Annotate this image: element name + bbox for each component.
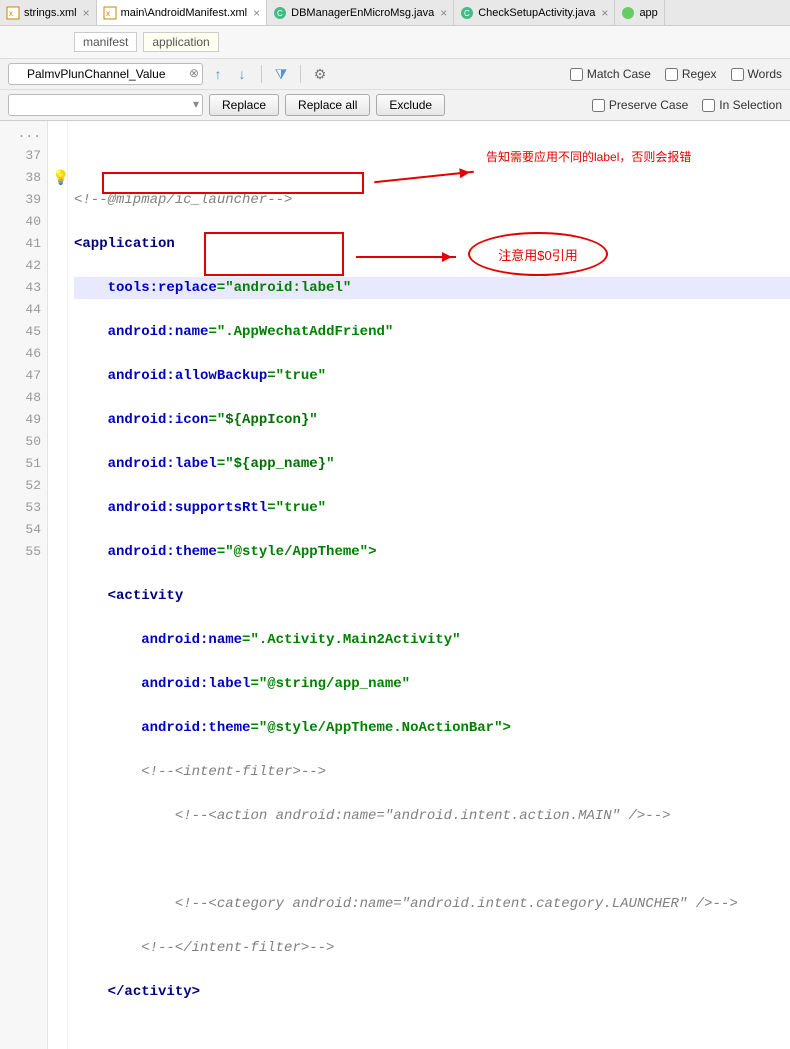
line-gutter: ...3738394041424344454647484950515253545… — [0, 121, 48, 1049]
separator — [261, 65, 262, 83]
match-case-label: Match Case — [587, 67, 651, 81]
svg-text:C: C — [464, 9, 470, 18]
words-label: Words — [748, 67, 782, 81]
regex-label: Regex — [682, 67, 717, 81]
xml-file-icon: x — [103, 6, 117, 20]
next-match-icon[interactable]: ↓ — [233, 65, 251, 83]
prev-match-icon[interactable]: ↑ — [209, 65, 227, 83]
bulb-icon[interactable]: 💡 — [52, 169, 69, 186]
svg-text:C: C — [277, 9, 283, 18]
breadcrumb-application[interactable]: application — [143, 32, 218, 52]
replace-button[interactable]: Replace — [209, 94, 279, 116]
close-icon[interactable]: × — [601, 6, 608, 20]
tab-dbmanager-java[interactable]: C DBManagerEnMicroMsg.java × — [267, 0, 454, 25]
preserve-case-label: Preserve Case — [609, 98, 688, 112]
close-icon[interactable]: × — [440, 6, 447, 20]
gradle-icon — [621, 6, 635, 20]
code-area[interactable]: <!--@mipmap/ic_launcher--> <application … — [68, 121, 790, 1049]
tab-label: main\AndroidManifest.xml — [121, 7, 248, 19]
svg-text:x: x — [106, 9, 110, 18]
regex-checkbox[interactable]: Regex — [665, 67, 717, 81]
gear-icon[interactable]: ⚙ — [311, 65, 329, 83]
code-editor[interactable]: ...3738394041424344454647484950515253545… — [0, 121, 790, 1049]
annotation-arrow-2 — [356, 256, 456, 258]
tab-label: CheckSetupActivity.java — [478, 7, 595, 19]
separator — [300, 65, 301, 83]
svg-text:x: x — [9, 9, 13, 18]
xml-file-icon: x — [6, 6, 20, 20]
replace-input[interactable] — [8, 94, 203, 116]
close-icon[interactable]: × — [253, 6, 260, 20]
replace-all-button[interactable]: Replace all — [285, 94, 370, 116]
replace-bar: 🔍 ▾ Replace Replace all Exclude Preserve… — [0, 90, 790, 121]
exclude-button[interactable]: Exclude — [376, 94, 445, 116]
tab-app[interactable]: app — [615, 0, 664, 25]
java-class-icon: C — [273, 6, 287, 20]
tab-label: app — [639, 7, 657, 19]
search-input-wrap: 🔍 ⊗ — [8, 63, 203, 85]
replace-input-wrap: 🔍 ▾ — [8, 94, 203, 116]
fold-gutter — [48, 121, 68, 1049]
history-icon[interactable]: ▾ — [193, 97, 199, 111]
in-selection-label: In Selection — [719, 98, 782, 112]
search-input[interactable] — [8, 63, 203, 85]
clear-icon[interactable]: ⊗ — [189, 66, 199, 80]
find-bar: 🔍 ⊗ ↑ ↓ ⧩ ⚙ Match Case Regex Words — [0, 58, 790, 90]
tab-checksetup-java[interactable]: C CheckSetupActivity.java × — [454, 0, 615, 25]
editor-tabs: x strings.xml × x main\AndroidManifest.x… — [0, 0, 790, 26]
breadcrumb: manifest application — [0, 26, 790, 58]
match-case-checkbox[interactable]: Match Case — [570, 67, 651, 81]
close-icon[interactable]: × — [83, 6, 90, 20]
annotation-text-1: 告知需要应用不同的label，否则会报错 — [486, 148, 691, 165]
breadcrumb-manifest[interactable]: manifest — [74, 32, 137, 52]
tab-manifest-xml[interactable]: x main\AndroidManifest.xml × — [97, 0, 268, 25]
tab-strings-xml[interactable]: x strings.xml × — [0, 0, 97, 25]
java-class-icon: C — [460, 6, 474, 20]
preserve-case-checkbox[interactable]: Preserve Case — [592, 98, 688, 112]
filter-icon[interactable]: ⧩ — [272, 65, 290, 83]
tab-label: strings.xml — [24, 7, 77, 19]
in-selection-checkbox[interactable]: In Selection — [702, 98, 782, 112]
words-checkbox[interactable]: Words — [731, 67, 782, 81]
tab-label: DBManagerEnMicroMsg.java — [291, 7, 434, 19]
